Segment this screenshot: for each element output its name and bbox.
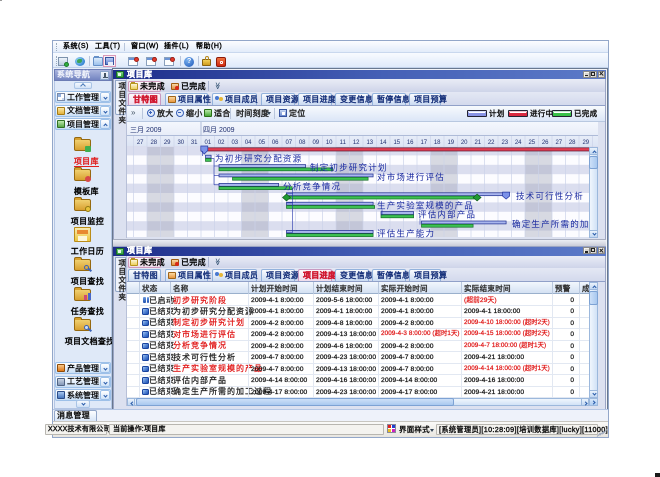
svg-text:三月 2009: 三月 2009 [130,126,162,134]
svg-text:评估生产能力: 评估生产能力 [377,229,435,239]
svg-text:02: 02 [218,140,225,146]
svg-text:确定生产所需的加工过程: 确定生产所需的加工过程 [512,219,598,229]
svg-text:四月 2009: 四月 2009 [203,126,235,134]
svg-text:08: 08 [299,140,306,146]
svg-text:26: 26 [542,140,549,146]
svg-text:23: 23 [501,140,508,146]
svg-text:28: 28 [150,140,157,146]
svg-text:10: 10 [326,140,333,146]
svg-text:制定初步研究计划: 制定初步研究计划 [310,163,388,173]
svg-text:31: 31 [191,140,198,146]
svg-text:27: 27 [555,140,562,146]
svg-text:29: 29 [582,140,589,146]
svg-text:18: 18 [434,140,441,146]
svg-text:04: 04 [245,140,252,146]
svg-text:对市场进行评估: 对市场进行评估 [377,172,445,182]
svg-text:05: 05 [258,140,265,146]
svg-text:09: 09 [312,140,319,146]
svg-text:19: 19 [447,140,454,146]
svg-text:21: 21 [474,140,481,146]
svg-text:28: 28 [569,140,576,146]
svg-text:03: 03 [231,140,238,146]
svg-text:技术可行性分析: 技术可行性分析 [516,191,584,201]
svg-text:30: 30 [177,140,184,146]
svg-text:评估内部产品: 评估内部产品 [418,210,476,220]
svg-text:15: 15 [393,140,400,146]
svg-text:14: 14 [380,140,387,146]
svg-text:12: 12 [353,140,360,146]
svg-text:为初步研究分配资源: 为初步研究分配资源 [215,153,302,163]
svg-text:27: 27 [137,140,144,146]
svg-text:29: 29 [164,140,171,146]
svg-text:24: 24 [515,140,522,146]
svg-text:22: 22 [488,140,495,146]
svg-text:20: 20 [461,140,468,146]
svg-text:06: 06 [272,140,279,146]
svg-text:13: 13 [366,140,373,146]
svg-text:分析竞争情况: 分析竞争情况 [283,182,341,192]
svg-text:25: 25 [528,140,535,146]
svg-text:17: 17 [420,140,427,146]
svg-text:01: 01 [204,140,211,146]
svg-text:11: 11 [340,140,347,146]
svg-text:16: 16 [407,140,414,146]
svg-text:07: 07 [285,140,292,146]
